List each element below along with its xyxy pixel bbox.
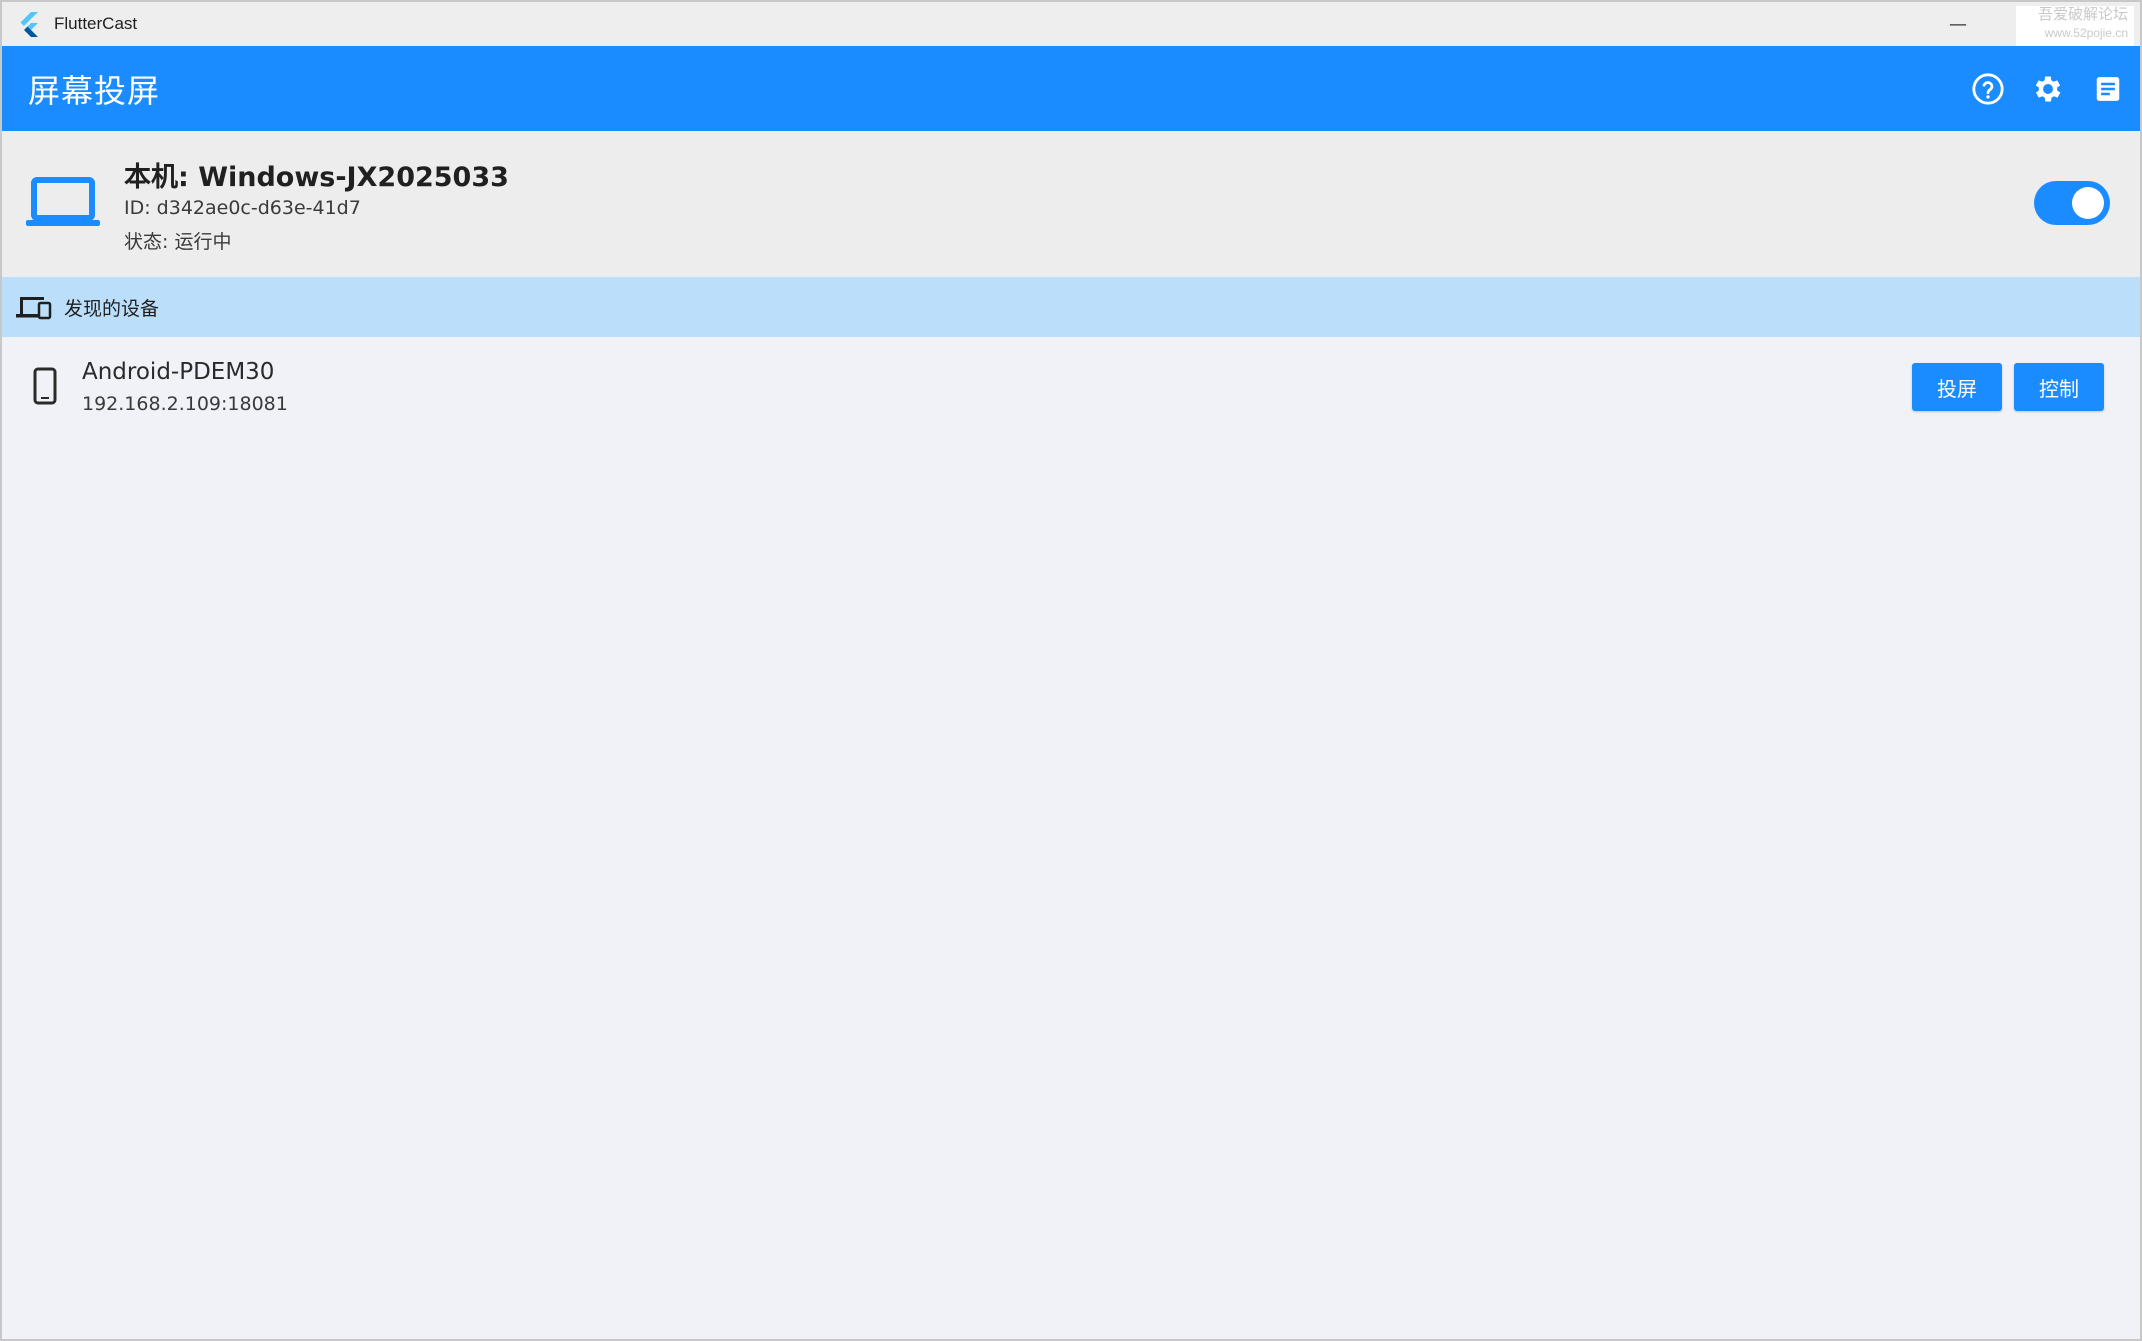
- toggle-knob: [2072, 187, 2104, 219]
- settings-button[interactable]: [2030, 71, 2066, 107]
- gear-icon: [2035, 76, 2061, 101]
- device-actions: 投屏 控制: [1912, 363, 2104, 411]
- window-titlebar: FlutterCast — 吾爱破解论坛 www.52pojie.cn: [2, 2, 2140, 50]
- discovered-devices-header: 发现的设备: [2, 277, 2140, 337]
- phone-icon: [33, 367, 57, 405]
- window-title: FlutterCast: [54, 14, 138, 33]
- watermark: 吾爱破解论坛 www.52pojie.cn: [2016, 6, 2134, 50]
- device-address: 192.168.2.109:18081: [82, 393, 288, 415]
- host-name: 本机: Windows-JX2025033: [124, 162, 509, 193]
- help-button[interactable]: [1970, 71, 2006, 107]
- host-device-card: 本机: Windows-JX2025033 ID: d342ae0c-d63e-…: [2, 131, 2140, 277]
- devices-icon: [16, 297, 52, 320]
- host-id: ID: d342ae0c-d63e-41d7: [124, 197, 361, 219]
- page-title: 屏幕投屏: [28, 71, 161, 110]
- minimize-button[interactable]: —: [1936, 10, 1980, 38]
- watermark-line-1: 吾爱破解论坛: [2037, 6, 2128, 23]
- app-bar-actions: [1970, 46, 2126, 131]
- flutter-logo-icon: [20, 12, 38, 37]
- control-button[interactable]: 控制: [2014, 363, 2104, 411]
- cast-button[interactable]: 投屏: [1912, 363, 2002, 411]
- watermark-line-2: www.52pojie.cn: [2044, 26, 2128, 40]
- laptop-icon: [26, 177, 100, 226]
- app-window: FlutterCast — 吾爱破解论坛 www.52pojie.cn 屏幕投屏: [0, 0, 2142, 1341]
- discovered-devices-label: 发现的设备: [64, 297, 160, 320]
- device-list-item: Android-PDEM30 192.168.2.109:18081 投屏 控制: [2, 337, 2140, 435]
- device-name: Android-PDEM30: [82, 359, 275, 385]
- service-toggle[interactable]: [2034, 181, 2110, 225]
- logs-button[interactable]: [2090, 71, 2126, 107]
- host-status: 状态: 运行中: [124, 231, 232, 253]
- app-bar: 屏幕投屏: [2, 46, 2140, 131]
- log-document-icon: [2096, 76, 2120, 101]
- help-circle-icon: [1972, 72, 2004, 105]
